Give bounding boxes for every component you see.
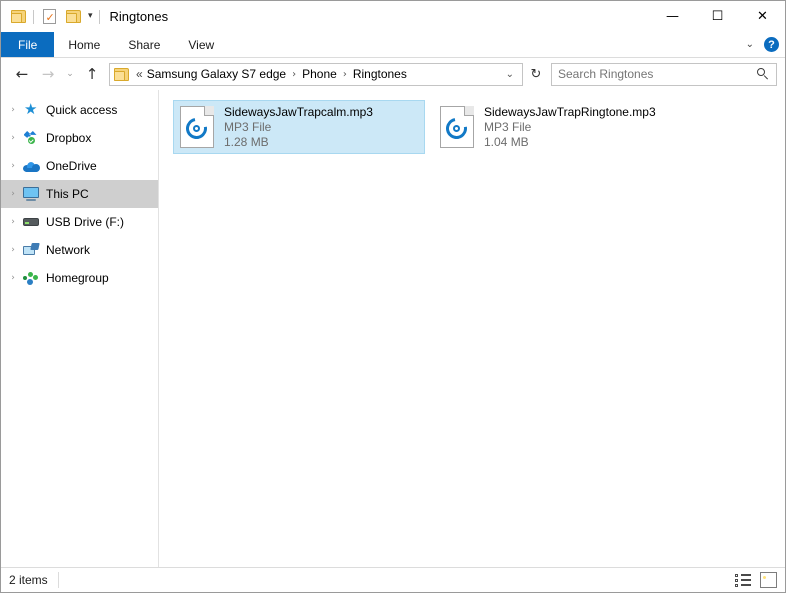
chevron-right-icon[interactable]: › bbox=[5, 189, 21, 199]
breadcrumb-dropdown-icon[interactable]: ⌄ bbox=[500, 69, 520, 80]
sidebar-item-network[interactable]: › Network bbox=[1, 236, 158, 264]
qat-dropdown-icon[interactable]: ▾ bbox=[88, 12, 93, 21]
new-folder-glyph bbox=[65, 10, 81, 23]
sidebar-label-onedrive: OneDrive bbox=[46, 159, 97, 173]
file-name: SidewaysJawTrapcalm.mp3 bbox=[224, 104, 373, 119]
tab-home[interactable]: Home bbox=[54, 32, 114, 57]
quick-access-toolbar: ✓ ▾ bbox=[1, 1, 100, 32]
network-icon bbox=[21, 241, 41, 259]
chevron-right-icon[interactable]: › bbox=[5, 105, 21, 115]
qat-separator-1 bbox=[33, 9, 34, 24]
breadcrumb-separator-2[interactable]: › bbox=[340, 69, 350, 80]
chevron-right-icon[interactable]: › bbox=[5, 161, 21, 171]
usb-drive-icon bbox=[21, 213, 41, 231]
ribbon-tabs: File Home Share View ⌄ ? bbox=[1, 32, 785, 58]
view-mode-buttons bbox=[735, 568, 777, 592]
mp3-file-icon bbox=[180, 106, 214, 148]
chevron-right-icon[interactable]: › bbox=[5, 217, 21, 227]
monitor-icon bbox=[21, 185, 41, 203]
sidebar-item-usb-drive[interactable]: › USB Drive (F:) bbox=[1, 208, 158, 236]
breadcrumb-overflow[interactable]: « bbox=[133, 67, 144, 81]
breadcrumb-item-phone[interactable]: Phone bbox=[299, 67, 340, 81]
sidebar-label-network: Network bbox=[46, 243, 91, 257]
close-button[interactable]: ✕ bbox=[740, 1, 785, 32]
mp3-file-icon bbox=[440, 106, 474, 148]
details-view-icon[interactable] bbox=[735, 572, 752, 588]
back-button[interactable]: ← bbox=[9, 61, 35, 87]
folder-glyph bbox=[10, 10, 26, 23]
file-explorer-window: ✓ ▾ Ringtones — ☐ ✕ File Home Share View… bbox=[0, 0, 786, 593]
item-count: 2 items bbox=[9, 572, 59, 588]
breadcrumb-item-ringtones[interactable]: Ringtones bbox=[350, 67, 410, 81]
recent-locations-icon[interactable]: ⌄ bbox=[61, 61, 79, 87]
window-controls: — ☐ ✕ bbox=[650, 1, 785, 32]
file-type: MP3 File bbox=[484, 119, 532, 134]
breadcrumb[interactable]: « Samsung Galaxy S7 edge › Phone › Ringt… bbox=[109, 62, 523, 86]
title-bar: ✓ ▾ Ringtones — ☐ ✕ bbox=[1, 1, 785, 32]
sidebar-label-usb-drive: USB Drive (F:) bbox=[46, 215, 124, 229]
explorer-body: › ★ Quick access › Dropbox › OneDrive › … bbox=[1, 90, 785, 567]
sidebar-item-onedrive[interactable]: › OneDrive bbox=[1, 152, 158, 180]
search-input[interactable]: Search Ringtones bbox=[558, 67, 757, 81]
minimize-button[interactable]: — bbox=[650, 1, 695, 32]
properties-glyph: ✓ bbox=[42, 9, 56, 24]
chevron-right-icon[interactable]: › bbox=[5, 273, 21, 283]
tab-share[interactable]: Share bbox=[114, 32, 174, 57]
status-bar: 2 items bbox=[1, 567, 785, 592]
file-size: 1.28 MB bbox=[224, 134, 269, 149]
tab-view[interactable]: View bbox=[174, 32, 228, 57]
ribbon-right-controls: ⌄ ? bbox=[746, 32, 779, 57]
tab-file[interactable]: File bbox=[1, 32, 55, 57]
file-item[interactable]: SidewaysJawTrapcalm.mp3 MP3 File 1.28 MB bbox=[173, 100, 425, 154]
window-title: Ringtones bbox=[109, 9, 169, 24]
qat-separator-2 bbox=[98, 9, 100, 24]
file-tiles: SidewaysJawTrapcalm.mp3 MP3 File 1.28 MB… bbox=[173, 100, 785, 154]
refresh-button[interactable]: ↻ bbox=[525, 63, 547, 86]
cloud-icon bbox=[21, 157, 41, 175]
chevron-right-icon[interactable]: › bbox=[5, 133, 21, 143]
breadcrumb-folder-icon bbox=[114, 67, 129, 81]
file-size: 1.04 MB bbox=[484, 134, 529, 149]
search-icon bbox=[757, 67, 770, 81]
new-folder-icon[interactable] bbox=[64, 8, 82, 26]
dropbox-icon bbox=[21, 129, 41, 147]
properties-icon[interactable]: ✓ bbox=[40, 8, 58, 26]
breadcrumb-separator-1[interactable]: › bbox=[289, 69, 299, 80]
up-button[interactable]: ↑ bbox=[79, 61, 105, 87]
chevron-down-icon[interactable]: ⌄ bbox=[746, 39, 754, 50]
search-box[interactable]: Search Ringtones bbox=[551, 62, 777, 86]
address-bar: ← → ⌄ ↑ « Samsung Galaxy S7 edge › Phone… bbox=[1, 58, 785, 90]
sidebar-label-dropbox: Dropbox bbox=[46, 131, 92, 145]
folder-icon[interactable] bbox=[9, 8, 27, 26]
sidebar-item-this-pc[interactable]: › This PC bbox=[1, 180, 158, 208]
sidebar-label-this-pc: This PC bbox=[46, 187, 89, 201]
sidebar-item-dropbox[interactable]: › Dropbox bbox=[1, 124, 158, 152]
file-info: SidewaysJawTrapRingtone.mp3 MP3 File 1.0… bbox=[484, 105, 656, 150]
sidebar-label-homegroup: Homegroup bbox=[46, 271, 109, 285]
large-icons-view-icon[interactable] bbox=[760, 572, 777, 588]
file-info: SidewaysJawTrapcalm.mp3 MP3 File 1.28 MB bbox=[224, 105, 373, 150]
sidebar-item-quick-access[interactable]: › ★ Quick access bbox=[1, 96, 158, 124]
file-list-pane[interactable]: SidewaysJawTrapcalm.mp3 MP3 File 1.28 MB… bbox=[159, 90, 785, 567]
maximize-button[interactable]: ☐ bbox=[695, 1, 740, 32]
sidebar-label-quick-access: Quick access bbox=[46, 103, 118, 117]
star-icon: ★ bbox=[24, 100, 38, 118]
sidebar-item-homegroup[interactable]: › Homegroup bbox=[1, 264, 158, 292]
breadcrumb-item-device[interactable]: Samsung Galaxy S7 edge bbox=[144, 67, 289, 81]
file-item[interactable]: SidewaysJawTrapRingtone.mp3 MP3 File 1.0… bbox=[433, 100, 685, 154]
forward-button: → bbox=[41, 65, 55, 83]
file-name: SidewaysJawTrapRingtone.mp3 bbox=[484, 104, 656, 119]
homegroup-icon bbox=[21, 269, 41, 287]
file-type: MP3 File bbox=[224, 119, 272, 134]
chevron-right-icon[interactable]: › bbox=[5, 245, 21, 255]
navigation-pane: › ★ Quick access › Dropbox › OneDrive › … bbox=[1, 90, 159, 567]
help-icon[interactable]: ? bbox=[764, 37, 779, 52]
